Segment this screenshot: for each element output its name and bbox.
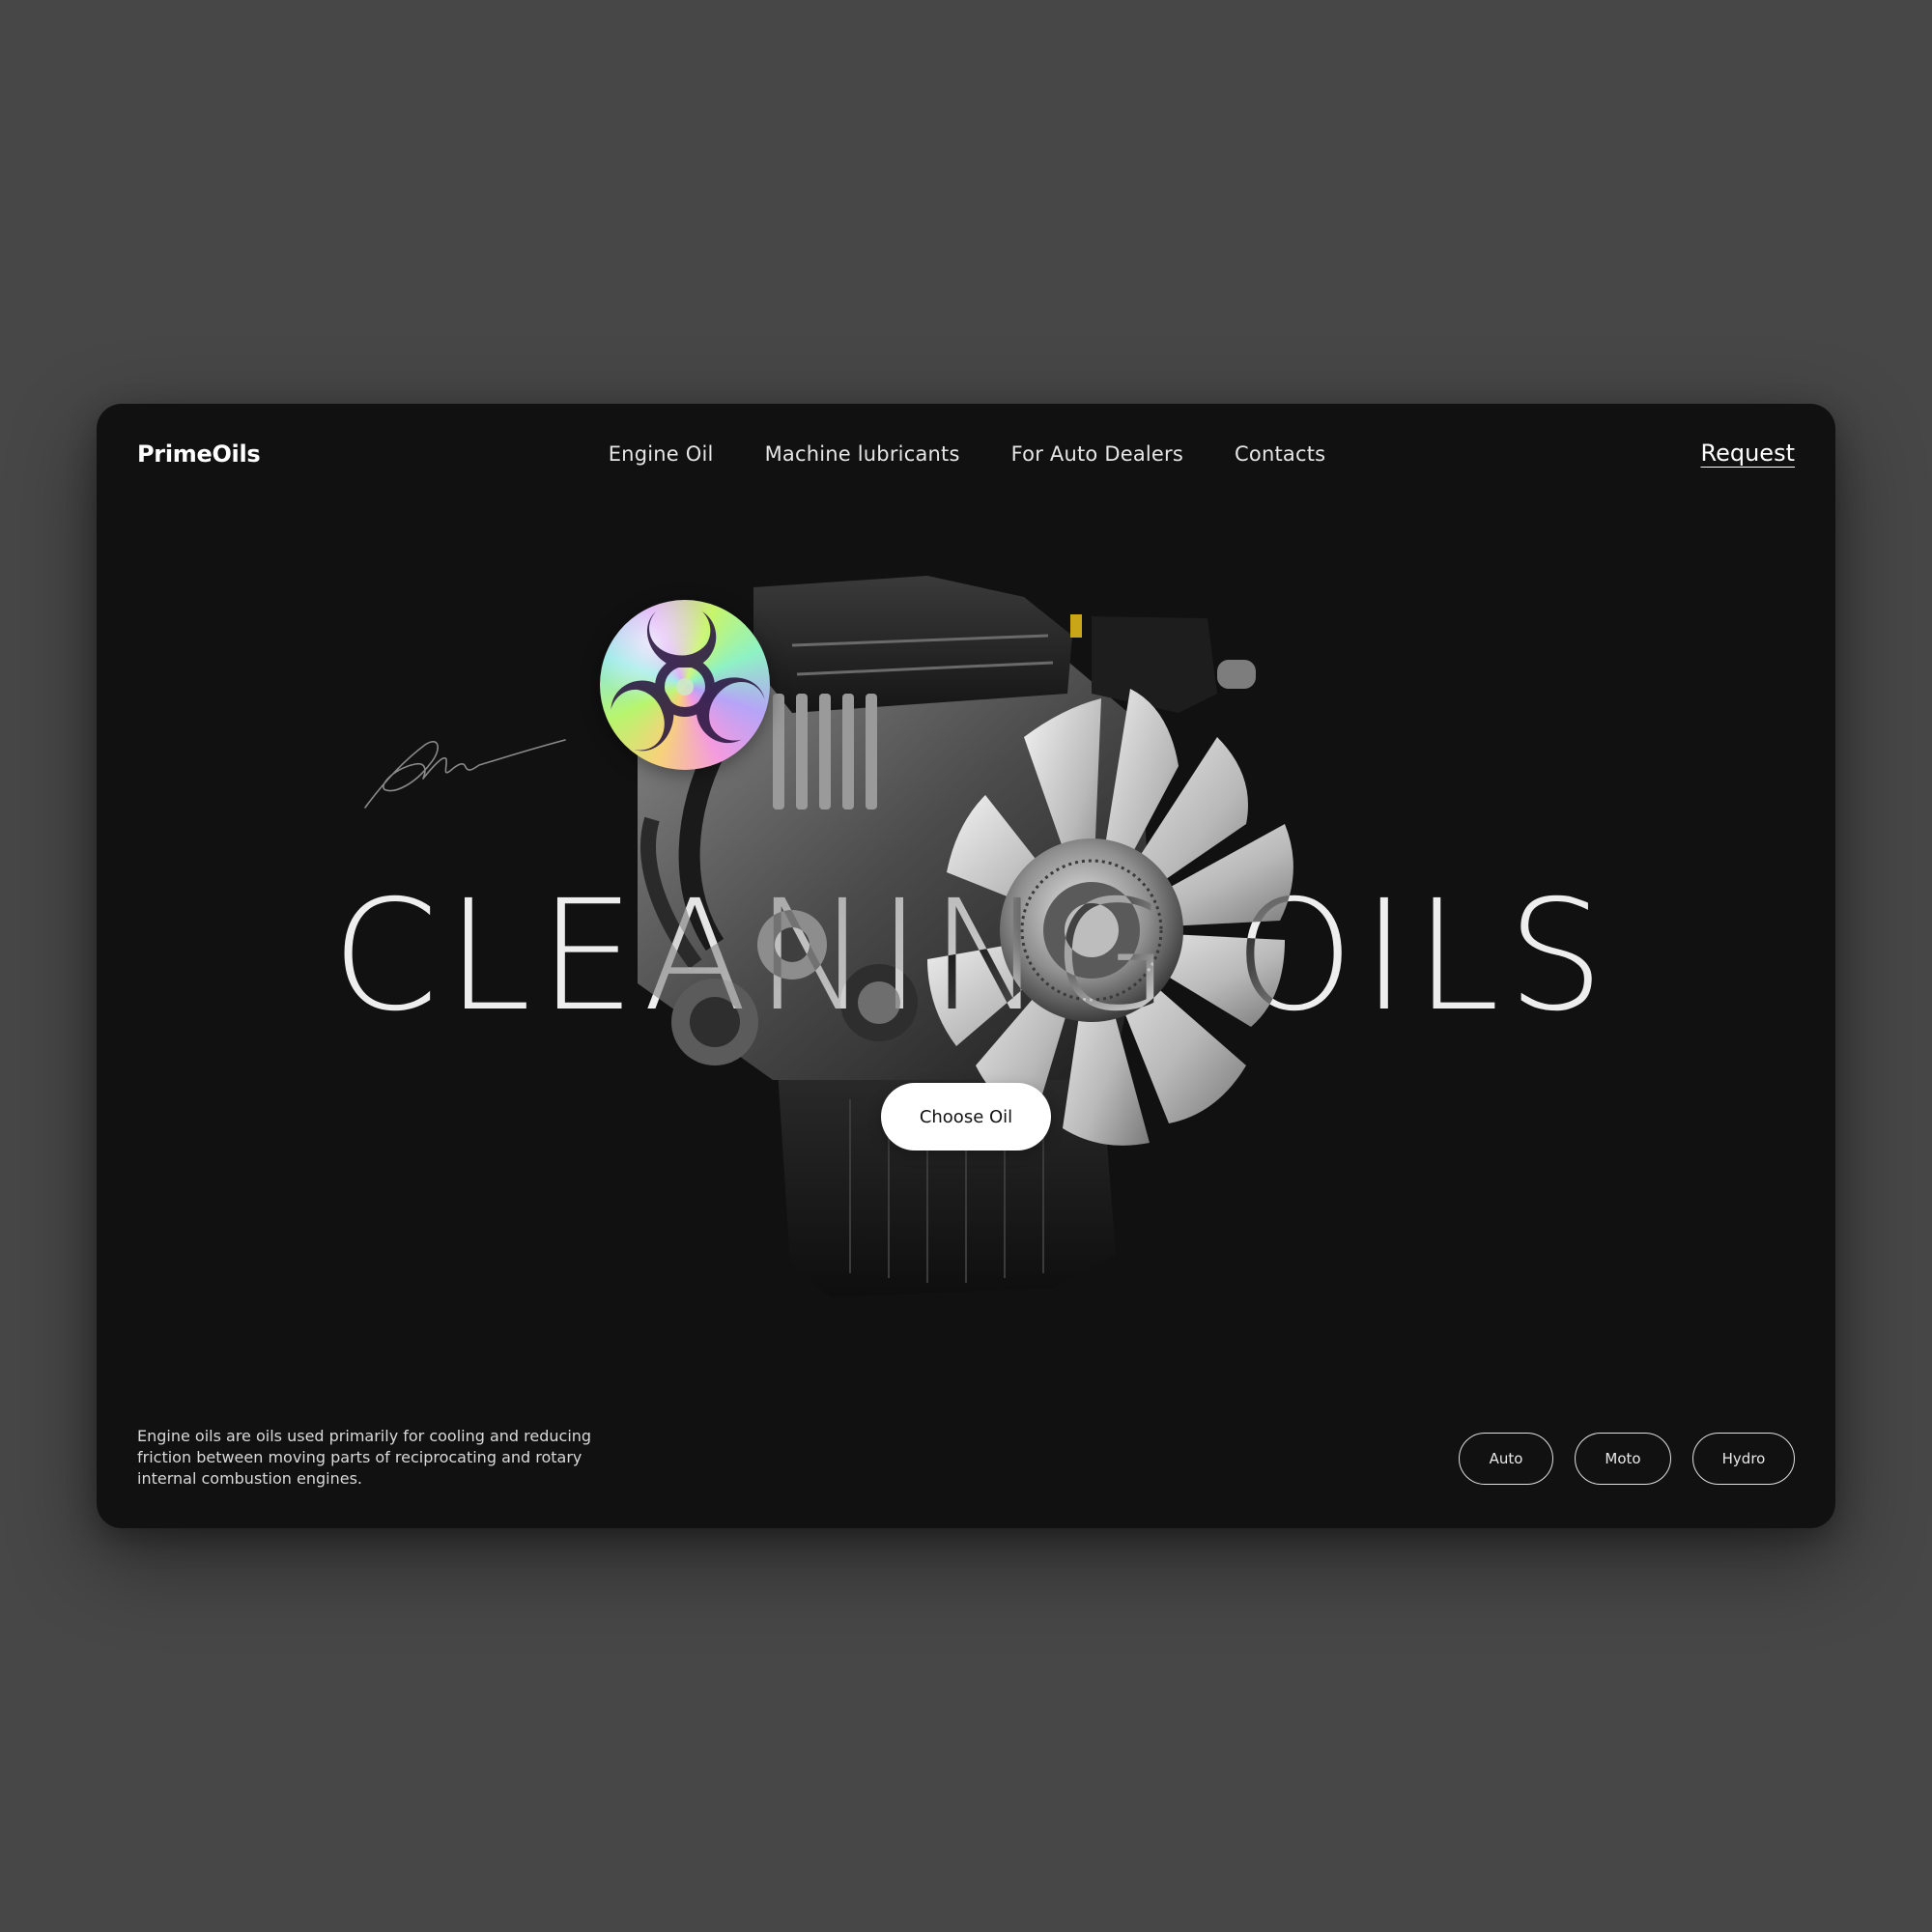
nav-item-engine-oil[interactable]: Engine Oil — [609, 442, 714, 466]
hologram-badge — [600, 600, 770, 770]
nav-item-machine-lubricants[interactable]: Machine lubricants — [765, 442, 960, 466]
nav-item-for-auto-dealers[interactable]: For Auto Dealers — [1011, 442, 1183, 466]
landing-card: PrimeOils Engine Oil Machine lubricants … — [97, 404, 1835, 1528]
nav-item-contacts[interactable]: Contacts — [1235, 442, 1325, 466]
category-pill-auto[interactable]: Auto — [1459, 1433, 1553, 1485]
category-pill-hydro[interactable]: Hydro — [1692, 1433, 1795, 1485]
choose-oil-button[interactable]: Choose Oil — [881, 1083, 1051, 1151]
biohazard-icon — [604, 611, 770, 757]
category-filters: Auto Moto Hydro — [1459, 1433, 1795, 1485]
request-link[interactable]: Request — [1701, 440, 1796, 467]
brand-logo[interactable]: PrimeOils — [137, 440, 261, 468]
hero-description: Engine oils are oils used primarily for … — [137, 1427, 592, 1488]
handwritten-signature — [364, 739, 566, 809]
hero-headline: CLEANING OILS — [331, 867, 1612, 1045]
category-pill-moto[interactable]: Moto — [1575, 1433, 1671, 1485]
